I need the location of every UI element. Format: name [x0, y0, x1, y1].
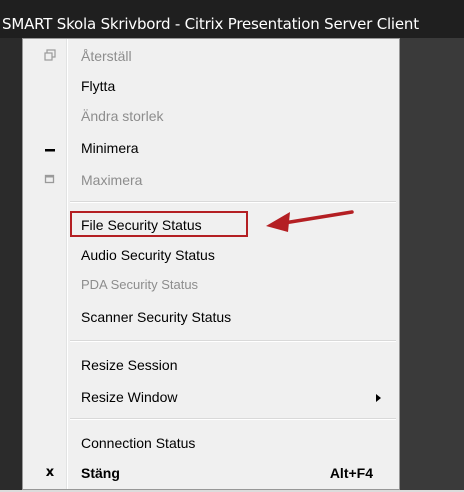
- restore-icon: [43, 49, 57, 63]
- menu-item-scanner-security-status[interactable]: Scanner Security Status: [23, 304, 399, 330]
- menu-item-minimize[interactable]: Minimera: [23, 135, 399, 161]
- menu-item-connection-status[interactable]: Connection Status: [23, 430, 399, 456]
- menu-item-label: Minimera: [81, 140, 139, 156]
- menu-item-label: Audio Security Status: [81, 247, 215, 263]
- window-left-edge: [0, 38, 22, 492]
- window-title-bar[interactable]: SMART Skola Skrivbord - Citrix Presentat…: [0, 0, 464, 38]
- menu-item-label: Stäng: [81, 465, 120, 481]
- menu-item-resize-session[interactable]: Resize Session: [23, 352, 399, 378]
- menu-item-audio-security-status[interactable]: Audio Security Status: [23, 242, 399, 268]
- menu-item-maximize[interactable]: Maximera: [23, 167, 399, 193]
- close-icon: x: [45, 465, 55, 480]
- menu-item-label: Resize Window: [81, 389, 178, 405]
- menu-item-restore[interactable]: Återställ: [23, 43, 399, 69]
- menu-item-label: PDA Security Status: [81, 277, 199, 292]
- menu-item-label: Resize Session: [81, 357, 178, 373]
- menu-item-label: Ändra storlek: [81, 108, 164, 124]
- annotation-highlight-box: [70, 211, 248, 237]
- menu-item-label: Återställ: [81, 48, 132, 64]
- menu-item-label: Connection Status: [81, 435, 196, 451]
- maximize-icon: [43, 173, 57, 187]
- menu-separator: [70, 418, 396, 420]
- annotation-arrow-icon: [266, 210, 354, 232]
- menu-separator: [70, 201, 396, 203]
- menu-item-label: Maximera: [81, 172, 143, 188]
- menu-item-pda-security-status[interactable]: PDA Security Status: [23, 272, 399, 298]
- menu-separator: [70, 340, 396, 342]
- menu-item-resize-window[interactable]: Resize Window: [23, 384, 399, 410]
- window-title: SMART Skola Skrivbord - Citrix Presentat…: [2, 15, 419, 33]
- minimize-icon: [43, 141, 57, 155]
- menu-item-move[interactable]: Flytta: [23, 73, 399, 99]
- submenu-arrow-icon: [376, 394, 381, 402]
- menu-item-label: Flytta: [81, 78, 116, 94]
- session-background: [400, 38, 464, 492]
- menu-item-label: Scanner Security Status: [81, 309, 232, 325]
- menu-item-close[interactable]: x Stäng Alt+F4: [23, 460, 399, 486]
- menu-item-resize[interactable]: Ändra storlek: [23, 103, 399, 129]
- system-menu: Återställ Flytta Ändra storlek Minimera …: [22, 38, 400, 490]
- shortcut-label: Alt+F4: [329, 465, 373, 481]
